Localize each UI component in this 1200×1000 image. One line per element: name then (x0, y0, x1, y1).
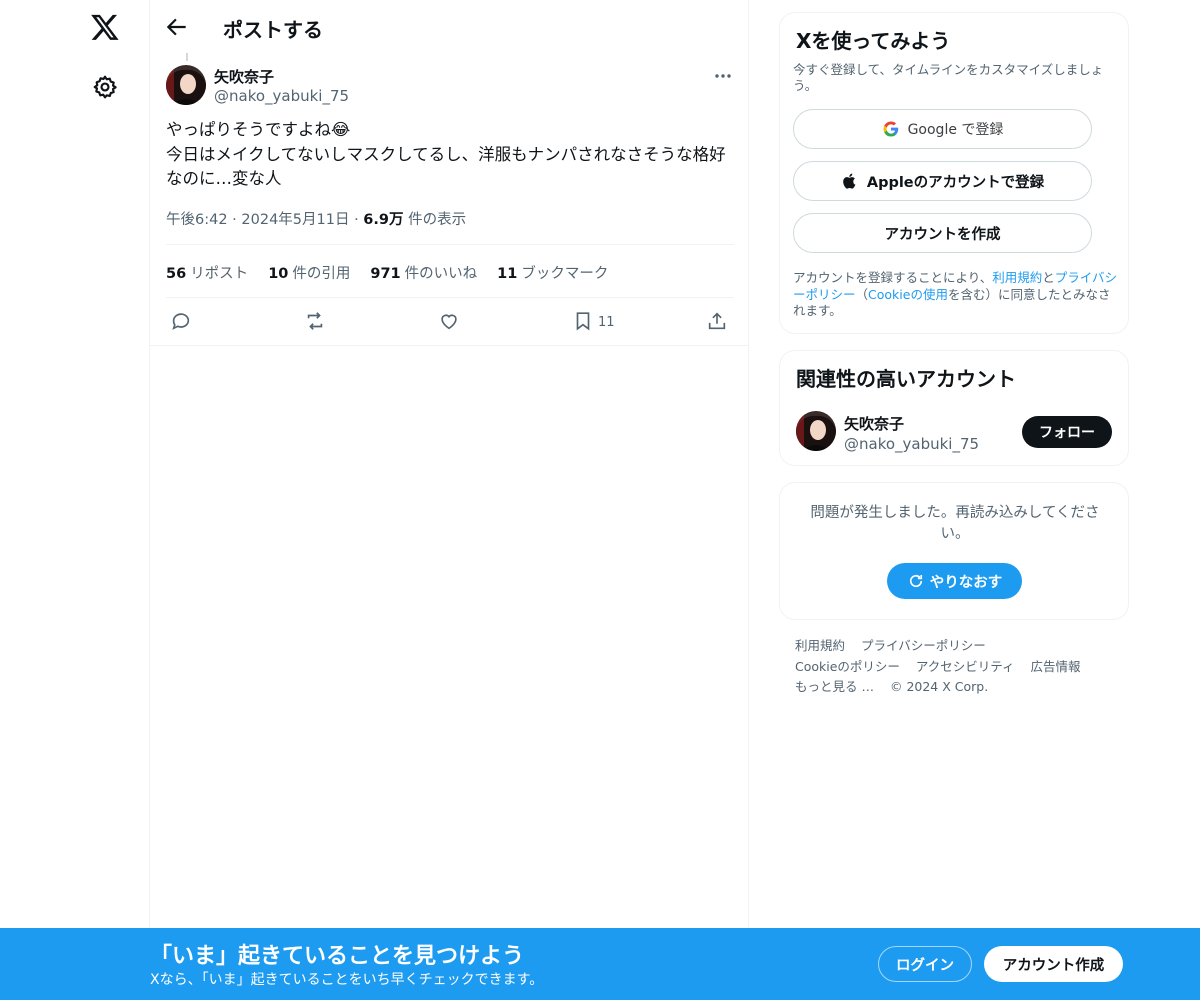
meta-dot: · (232, 212, 237, 228)
header: ポストする (150, 0, 748, 53)
footer-accessibility-link[interactable]: アクセシビリティ (916, 659, 1015, 674)
more-options-icon[interactable] (712, 66, 734, 86)
x-logo-icon[interactable] (90, 12, 120, 42)
apple-signup-button[interactable]: Appleのアカウントで登録 (793, 161, 1092, 201)
author-name[interactable]: 矢吹奈子 (214, 66, 274, 87)
post-stats: 56 リポスト 10 件の引用 971 件のいいね 11 ブックマーク (166, 262, 608, 283)
banner-subtitle: Xなら、「いま」起きていることをいち早くチェックできます。 (150, 972, 544, 988)
post-time[interactable]: 午後6:42 (166, 212, 228, 228)
stat-bookmarks[interactable]: 11 ブックマーク (497, 262, 608, 283)
footer-copyright: © 2024 X Corp. (889, 679, 989, 694)
main-column: ポストする 矢吹奈子 @nako_yabuki_75 やっぱりそうですよね😂 今… (149, 0, 749, 1000)
google-signup-button[interactable]: Google で登録 (793, 109, 1092, 149)
stat-quotes[interactable]: 10 件の引用 (268, 262, 350, 283)
error-message: 問題が発生しました。再読み込みしてください。 (810, 505, 1100, 542)
bookmark-count: 11 (598, 315, 615, 330)
retry-label: やりなおす (929, 574, 1003, 591)
signup-title: Xを使ってみよう (796, 29, 951, 53)
avatar[interactable] (166, 65, 206, 105)
login-button[interactable]: ログイン (878, 946, 972, 982)
like-icon[interactable] (438, 310, 460, 332)
related-account-handle[interactable]: @nako_yabuki_75 (844, 435, 979, 453)
related-account-name[interactable]: 矢吹奈子 (844, 413, 904, 434)
post-text: やっぱりそうですよね😂 今日はメイクしてないしマスクしてるし、洋服もナンパされな… (166, 118, 736, 192)
footer-ads-link[interactable]: 広告情報 (1031, 659, 1081, 674)
stat-likes[interactable]: 971 件のいいね (370, 262, 477, 283)
terms-link[interactable]: 利用規約 (992, 270, 1042, 285)
create-account-label: アカウントを作成 (884, 226, 1001, 243)
post-date[interactable]: 2024年5月11日 (241, 212, 349, 228)
bottom-banner: 「いま」起きていることを見つけよう Xなら、「いま」起きていることをいち早くチェ… (0, 928, 1200, 1000)
left-nav (0, 0, 150, 1000)
retry-button[interactable]: やりなおす (887, 563, 1022, 599)
views-label: 件の表示 (408, 212, 467, 228)
reply-icon[interactable] (170, 310, 192, 332)
stat-reposts[interactable]: 56 リポスト (166, 262, 248, 283)
footer-terms-link[interactable]: 利用規約 (795, 638, 845, 653)
related-accounts-card: 関連性の高いアカウント 矢吹奈子 @nako_yabuki_75 フォロー (779, 350, 1129, 466)
google-signup-label: Google で登録 (907, 122, 1004, 138)
divider (166, 297, 734, 298)
post-text-line: 今日はメイクしてないしマスクしてるし、洋服もナンパされなさそうな格好なのに…変な… (166, 144, 726, 189)
gear-icon[interactable] (92, 74, 118, 100)
follow-button[interactable]: フォロー (1022, 416, 1112, 448)
repost-icon[interactable] (304, 310, 326, 332)
author-handle[interactable]: @nako_yabuki_75 (214, 87, 349, 105)
footer-links: 利用規約 プライバシーポリシー Cookieのポリシー アクセシビリティ 広告情… (795, 636, 1125, 698)
thread-line (186, 53, 188, 61)
footer-cookie-link[interactable]: Cookieのポリシー (795, 659, 900, 674)
meta-dot: · (354, 212, 359, 228)
error-card: 問題が発生しました。再読み込みしてください。 やりなおす (779, 482, 1129, 620)
divider (166, 244, 734, 245)
signup-subtitle: 今すぐ登録して、タイムラインをカスタマイズしましょう。 (793, 62, 1104, 93)
share-icon[interactable] (706, 310, 728, 332)
post-meta: 午後6:42 · 2024年5月11日 · 6.9万 件の表示 (166, 208, 466, 229)
cookie-link[interactable]: Cookieの使用 (868, 287, 948, 302)
google-icon (883, 121, 898, 137)
views-count: 6.9万 (363, 212, 404, 228)
bookmark-icon[interactable] (572, 310, 594, 332)
avatar[interactable] (796, 411, 836, 451)
page-title: ポストする (223, 18, 323, 42)
signup-button[interactable]: アカウント作成 (984, 946, 1123, 982)
apple-signup-label: Appleのアカウントで登録 (866, 174, 1045, 191)
legal-text: アカウントを登録することにより、利用規約とプライバシーポリシー（Cookieの使… (793, 270, 1118, 318)
footer-privacy-link[interactable]: プライバシーポリシー (861, 638, 986, 653)
create-account-button[interactable]: アカウントを作成 (793, 213, 1092, 253)
signup-card: Xを使ってみよう 今すぐ登録して、タイムラインをカスタマイズしましょう。 Goo… (779, 12, 1129, 334)
arrow-left-icon[interactable] (164, 14, 190, 40)
footer-more-link[interactable]: もっと見る … (795, 679, 874, 694)
banner-title: 「いま」起きていることを見つけよう (150, 944, 525, 969)
apple-icon (843, 173, 856, 189)
related-title: 関連性の高いアカウント (796, 367, 1016, 391)
divider (150, 345, 748, 346)
refresh-icon (909, 574, 922, 588)
post-text-line: やっぱりそうですよね😂 (166, 120, 351, 139)
